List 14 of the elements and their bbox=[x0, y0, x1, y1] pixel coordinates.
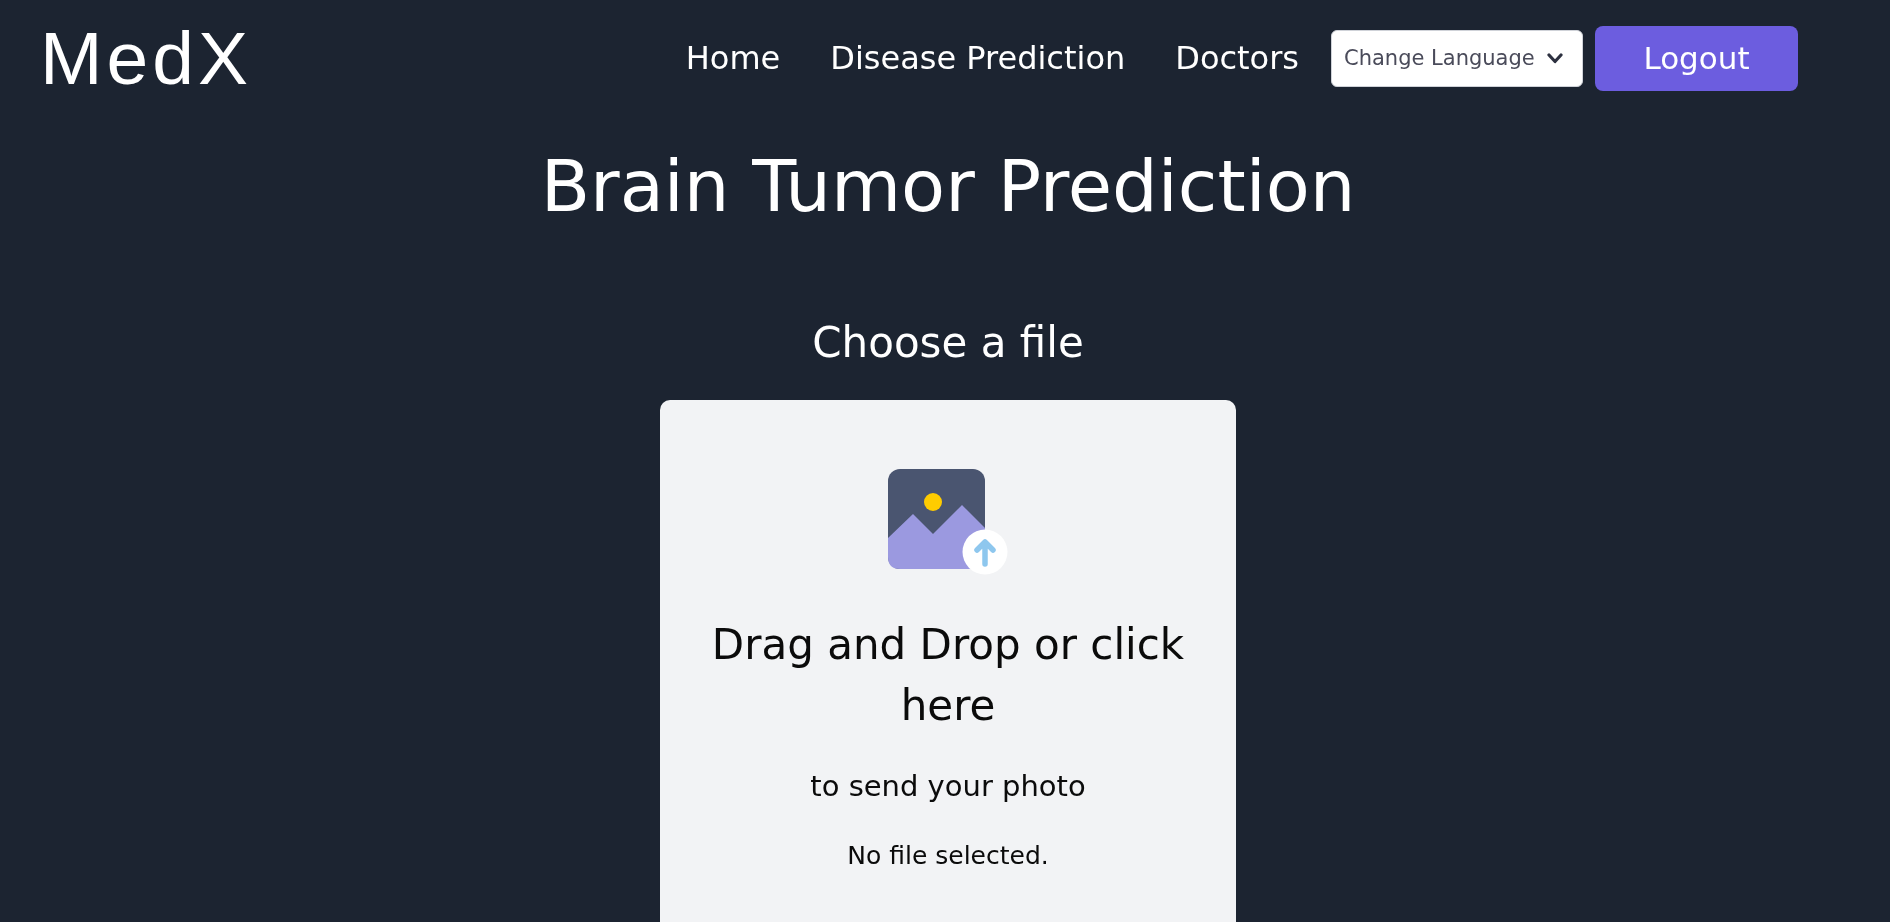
nav-link[interactable]: Home bbox=[685, 38, 781, 78]
upload-label: Choose a file bbox=[812, 318, 1084, 368]
nav-link[interactable]: Doctors bbox=[1175, 38, 1299, 78]
language-select[interactable]: Change Language bbox=[1331, 29, 1583, 87]
dropzone-title: Drag and Drop or click here bbox=[710, 619, 1186, 732]
chevron-down-icon bbox=[1547, 52, 1563, 64]
file-status-text: No file selected. bbox=[847, 840, 1049, 872]
brand-logo[interactable]: MedX bbox=[40, 20, 252, 96]
page-title: Brain Tumor Prediction bbox=[540, 143, 1356, 229]
dropzone-subtitle: to send your photo bbox=[810, 768, 1086, 804]
nav-link[interactable]: Disease Prediction bbox=[830, 38, 1126, 78]
logout-button[interactable]: Logout bbox=[1595, 25, 1798, 91]
dropzone[interactable]: Drag and Drop or click here to send your photo No file selected. bbox=[660, 400, 1236, 922]
image-upload-icon bbox=[888, 469, 1008, 575]
